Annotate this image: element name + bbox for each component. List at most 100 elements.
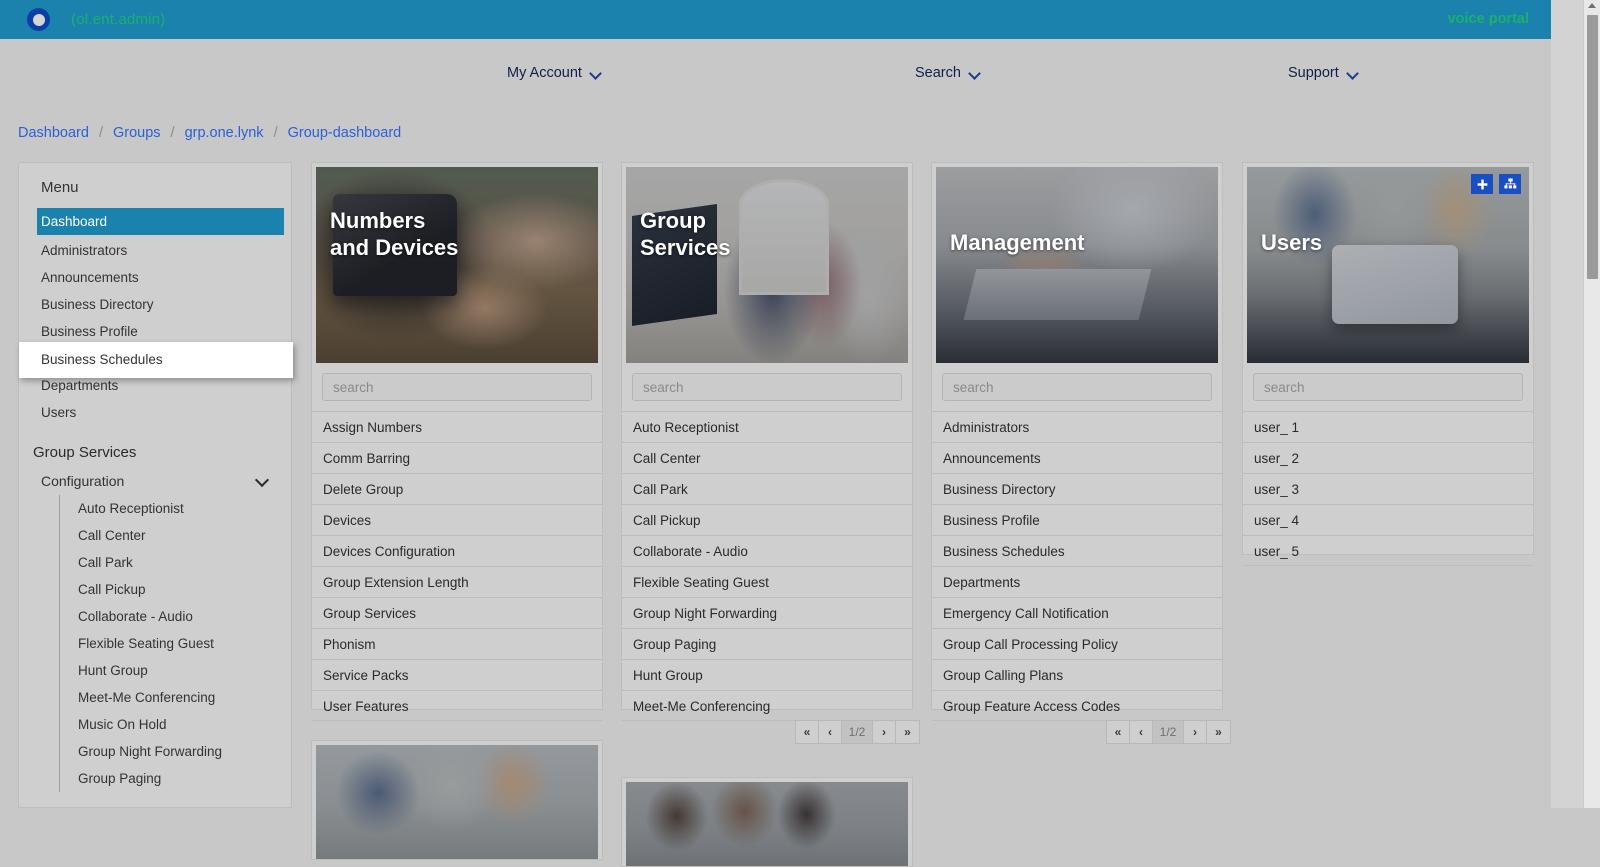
list-item[interactable]: Group Paging [622,628,912,659]
list-item[interactable]: Auto Receptionist [622,411,912,442]
search-input-management[interactable] [942,373,1212,401]
sidebar-item-business-directory[interactable]: Business Directory [19,291,291,318]
scrollbar-thumb[interactable] [1587,15,1598,279]
page-right-margin [1551,0,1583,808]
list-item[interactable]: Emergency Call Notification [932,597,1222,628]
search-input-users[interactable] [1253,373,1523,401]
list-item[interactable]: user_ 4 [1243,504,1533,535]
sidebar: Menu Dashboard Administrators Announceme… [18,162,293,808]
list-item[interactable]: Group Calling Plans [932,659,1222,690]
list-item[interactable]: user_ 2 [1243,442,1533,473]
list-item[interactable]: Business Profile [932,504,1222,535]
list-item[interactable]: Business Schedules [932,535,1222,566]
card-list-group-services: Auto Receptionist Call Center Call Park … [622,411,912,721]
search-input-group-services[interactable] [632,373,902,401]
list-item[interactable]: Business Directory [932,473,1222,504]
list-item[interactable]: Service Packs [312,659,602,690]
card-search-wrap [312,363,602,405]
sidebar-subitem-group-paging[interactable]: Group Paging [60,765,291,792]
pagination-prev[interactable]: ‹ [819,721,842,743]
pagination-prev[interactable]: ‹ [1130,721,1153,743]
pagination-first[interactable]: « [796,721,819,743]
list-item[interactable]: Assign Numbers [312,411,602,442]
sidebar-item-business-profile[interactable]: Business Profile [19,318,291,345]
pagination-next[interactable]: › [1184,721,1207,743]
pagination-last[interactable]: » [896,721,919,743]
list-item[interactable]: Collaborate - Audio [622,535,912,566]
breadcrumb-item-group[interactable]: grp.one.lynk [185,125,264,141]
list-item[interactable]: Hunt Group [622,659,912,690]
pagination-last[interactable]: » [1207,721,1230,743]
list-item[interactable]: Devices Configuration [312,535,602,566]
sidebar-item-users[interactable]: Users [19,399,291,426]
card-list-numbers-and-devices: Assign Numbers Comm Barring Delete Group… [312,411,602,721]
sidebar-item-announcements[interactable]: Announcements [19,264,291,291]
circle-logo-icon[interactable] [26,7,51,32]
card-group-services: Group Services Auto Receptionist Call Ce… [621,162,913,721]
sidebar-item-business-schedules[interactable]: Business Schedules [19,342,293,378]
sidebar-subitem-hunt-group[interactable]: Hunt Group [60,657,291,684]
sidebar-configuration-toggle[interactable]: Configuration [19,469,291,495]
sidebar-subitem-call-pickup[interactable]: Call Pickup [60,576,291,603]
list-item[interactable]: Group Call Processing Policy [932,628,1222,659]
list-item[interactable]: Announcements [932,442,1222,473]
user-hierarchy-button[interactable] [1499,174,1521,194]
list-item[interactable]: Departments [932,566,1222,597]
list-item[interactable]: Group Extension Length [312,566,602,597]
nav-my-account[interactable]: My Account [507,65,601,81]
list-item[interactable]: Flexible Seating Guest [622,566,912,597]
plus-icon [1477,179,1487,189]
list-item[interactable]: Delete Group [312,473,602,504]
sidebar-subitem-call-park[interactable]: Call Park [60,549,291,576]
card-search-wrap [622,363,912,405]
list-item[interactable]: user_ 1 [1243,411,1533,442]
sidebar-subitem-call-center[interactable]: Call Center [60,522,291,549]
list-item[interactable]: user_ 3 [1243,473,1533,504]
sidebar-item-administrators[interactable]: Administrators [19,237,291,264]
voice-portal-link[interactable]: voice portal [1448,11,1529,27]
search-input-numbers-and-devices[interactable] [322,373,592,401]
list-item[interactable]: Devices [312,504,602,535]
sidebar-subitem-group-night-forwarding[interactable]: Group Night Forwarding [60,738,291,765]
breadcrumb-item-groups[interactable]: Groups [113,125,161,141]
list-item[interactable]: Group Night Forwarding [622,597,912,628]
add-user-button[interactable] [1471,174,1493,194]
breadcrumb-separator: / [273,125,278,141]
list-item[interactable]: Group Feature Access Codes [932,690,1222,721]
list-item[interactable]: User Features [312,690,602,721]
card-departments-partial [311,740,603,860]
card-search-wrap [932,363,1222,405]
top-brand-bar: (ol.ent.admin) voice portal [0,0,1551,39]
nav-search-label: Search [915,65,961,81]
card-hero-image-departments [316,745,598,859]
list-item[interactable]: Administrators [932,411,1222,442]
sidebar-configuration-label: Configuration [41,473,125,489]
nav-support[interactable]: Support [1288,65,1358,81]
card-users: Users search user_ 1 user_ 2 user_ 3 use… [1242,162,1534,566]
scroll-up-arrow-icon[interactable] [1588,3,1596,8]
list-item[interactable]: Group Services [312,597,602,628]
list-item[interactable]: Call Center [622,442,912,473]
list-item[interactable]: Call Park [622,473,912,504]
breadcrumb-item-group-dashboard[interactable]: Group-dashboard [288,125,402,141]
pagination-next[interactable]: › [873,721,896,743]
nav-search[interactable]: Search [915,65,980,81]
card-title-line1: Management [950,230,1085,255]
card-list-users: user_ 1 user_ 2 user_ 3 user_ 4 user_ 5 [1243,411,1533,566]
vertical-scrollbar[interactable] [1583,0,1600,808]
sidebar-item-dashboard[interactable]: Dashboard [37,208,284,235]
sidebar-subitem-flexible-seating-guest[interactable]: Flexible Seating Guest [60,630,291,657]
list-item[interactable]: user_ 5 [1243,535,1533,566]
breadcrumb-item-dashboard[interactable]: Dashboard [18,125,89,141]
list-item[interactable]: Meet-Me Conferencing [622,690,912,721]
pagination-first[interactable]: « [1107,721,1130,743]
sidebar-subitem-auto-receptionist[interactable]: Auto Receptionist [60,495,291,522]
main-navigation: My Account Search Support [0,39,1551,109]
sidebar-subitem-collaborate-audio[interactable]: Collaborate - Audio [60,603,291,630]
breadcrumb-separator: / [98,125,103,141]
sidebar-subitem-music-on-hold[interactable]: Music On Hold [60,711,291,738]
list-item[interactable]: Call Pickup [622,504,912,535]
sidebar-subitem-meet-me-conferencing[interactable]: Meet-Me Conferencing [60,684,291,711]
list-item[interactable]: Comm Barring [312,442,602,473]
list-item[interactable]: Phonism [312,628,602,659]
